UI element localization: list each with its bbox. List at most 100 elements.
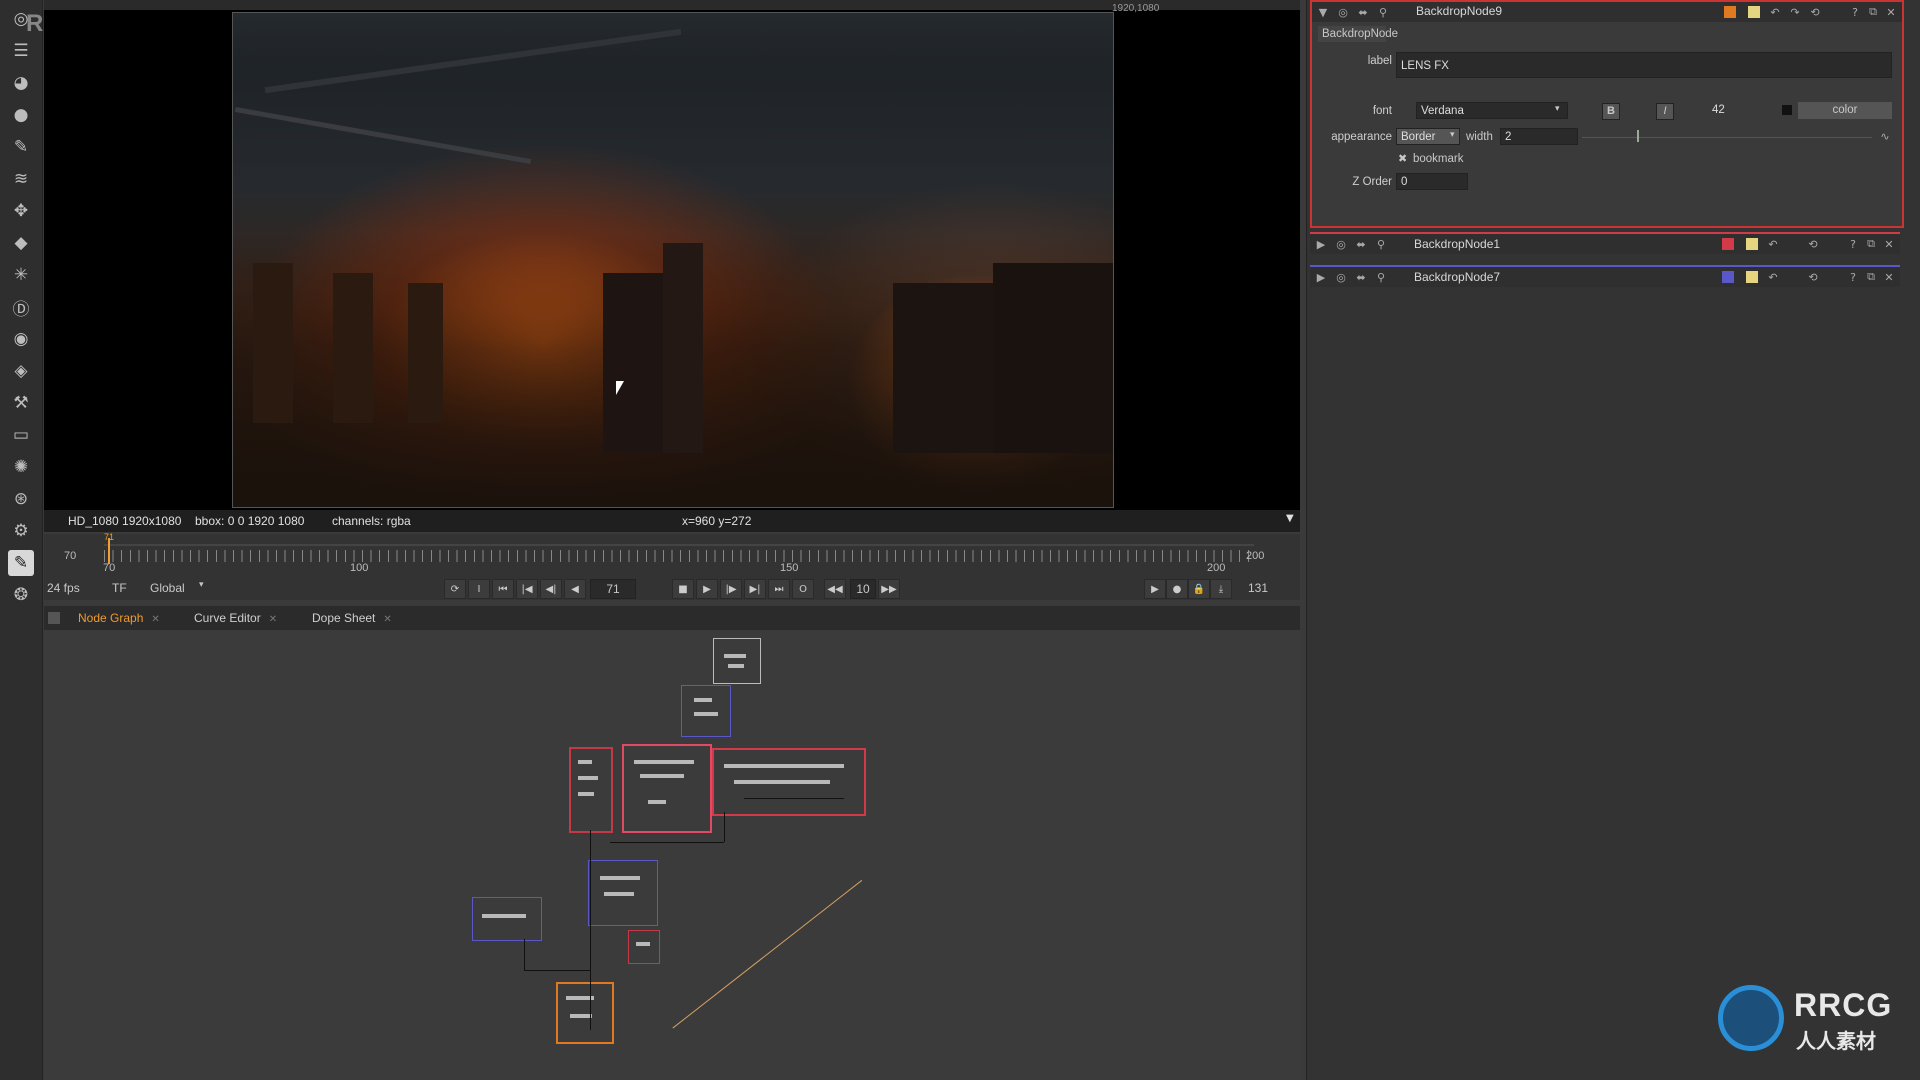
node-color-swatch[interactable] xyxy=(1722,271,1734,283)
3d-icon[interactable]: ◆ xyxy=(8,230,34,256)
particles-icon[interactable]: ✳ xyxy=(8,262,34,288)
deep-icon[interactable]: Ⓓ xyxy=(8,294,34,320)
node[interactable] xyxy=(600,876,640,880)
expand-icon[interactable]: ▶ xyxy=(1314,237,1328,251)
out-marker-icon[interactable]: O xyxy=(792,579,814,599)
node[interactable] xyxy=(636,942,650,946)
node[interactable] xyxy=(640,774,684,778)
revert-icon[interactable]: ⟲ xyxy=(1806,270,1820,284)
transform-icon[interactable]: ✥ xyxy=(8,198,34,224)
help-icon[interactable]: ? xyxy=(1848,5,1862,19)
chevron-down-icon[interactable]: ▾ xyxy=(1450,130,1455,140)
undo-icon[interactable]: ↶ xyxy=(1766,237,1780,251)
play-backward-icon[interactable]: ◀ xyxy=(564,579,586,599)
lock-icon[interactable]: 🔒 xyxy=(1188,579,1210,599)
close-icon[interactable]: ✕ xyxy=(151,614,159,625)
backdrop-node[interactable] xyxy=(713,638,761,684)
tab-dope-sheet[interactable]: Dope Sheet ✕ xyxy=(304,609,400,627)
node[interactable] xyxy=(694,712,718,716)
node[interactable] xyxy=(578,792,594,796)
filter-icon[interactable]: ▭ xyxy=(8,422,34,448)
fps-label[interactable]: 24 fps xyxy=(47,581,80,595)
expand-icon[interactable]: ▶ xyxy=(1314,270,1328,284)
pin-icon[interactable]: ⚲ xyxy=(1374,270,1388,284)
keyer-icon[interactable]: ◈ xyxy=(8,358,34,384)
node[interactable] xyxy=(724,764,844,768)
float-window-icon[interactable]: ⧉ xyxy=(1866,5,1880,19)
merge-icon[interactable]: ⚒ xyxy=(8,390,34,416)
chevron-down-icon[interactable]: ▼ xyxy=(1286,513,1294,524)
furnace-icon[interactable]: ✎ xyxy=(8,550,34,576)
color-button[interactable]: color xyxy=(1798,102,1892,119)
time-icon[interactable]: ● xyxy=(8,102,34,128)
color-icon[interactable]: ✺ xyxy=(8,454,34,480)
zorder-field[interactable]: 0 xyxy=(1396,173,1468,190)
close-icon[interactable]: ✕ xyxy=(1884,5,1898,19)
node[interactable] xyxy=(570,1014,592,1018)
node[interactable] xyxy=(724,654,746,658)
font-dropdown[interactable]: Verdana xyxy=(1416,102,1568,119)
first-frame-icon[interactable]: ⏮ xyxy=(492,579,514,599)
collapse-icon[interactable]: ▼ xyxy=(1316,5,1330,19)
next-keyframe-icon[interactable]: ▶| xyxy=(744,579,766,599)
node-title[interactable]: BackdropNode1 xyxy=(1414,237,1500,251)
viewer-image[interactable] xyxy=(232,12,1114,508)
loop-icon[interactable]: ⟳ xyxy=(444,579,466,599)
font-color-swatch[interactable] xyxy=(1782,105,1792,115)
node-graph[interactable] xyxy=(44,630,1300,1080)
node[interactable] xyxy=(734,780,830,784)
node-class-tab[interactable]: BackdropNode xyxy=(1318,26,1398,42)
node[interactable] xyxy=(634,760,694,764)
render-icon[interactable]: ⤓ xyxy=(1210,579,1232,599)
italic-button[interactable]: I xyxy=(1656,103,1674,120)
width-field[interactable]: 2 xyxy=(1500,128,1578,145)
node[interactable] xyxy=(482,914,526,918)
backdrop-node[interactable] xyxy=(681,685,731,737)
metadata-icon[interactable]: ⊛ xyxy=(8,486,34,512)
undo-icon[interactable]: ↶ xyxy=(1768,5,1782,19)
last-frame-icon[interactable]: ⏭ xyxy=(768,579,790,599)
width-slider[interactable] xyxy=(1582,137,1872,138)
node[interactable] xyxy=(604,892,634,896)
backdrop-node[interactable] xyxy=(472,897,542,941)
backdrop-node[interactable] xyxy=(556,982,614,1044)
center-icon[interactable]: ◎ xyxy=(1334,237,1348,251)
revert-icon[interactable]: ⟲ xyxy=(1808,5,1822,19)
tab-curve-editor[interactable]: Curve Editor ✕ xyxy=(186,609,285,627)
layers-icon[interactable]: ≋ xyxy=(8,166,34,192)
backdrop-node[interactable] xyxy=(622,744,712,833)
font-size-field[interactable]: 42 xyxy=(1708,102,1768,119)
float-window-icon[interactable]: ⧉ xyxy=(1864,237,1878,251)
draw-icon[interactable]: ◕ xyxy=(8,70,34,96)
node-color-swatch[interactable] xyxy=(1722,238,1734,250)
node-title[interactable]: BackdropNode7 xyxy=(1414,270,1500,284)
node-color-swatch[interactable] xyxy=(1724,6,1736,18)
prev-keyframe-icon[interactable]: |◀ xyxy=(516,579,538,599)
center-icon[interactable]: ◎ xyxy=(1336,5,1350,19)
node[interactable] xyxy=(648,800,666,804)
prev-frame-icon[interactable]: ◀| xyxy=(540,579,562,599)
undo-icon[interactable]: ↶ xyxy=(1766,270,1780,284)
in-marker-icon[interactable]: I xyxy=(468,579,490,599)
tile-color-swatch[interactable] xyxy=(1746,238,1758,250)
close-icon[interactable]: ✕ xyxy=(383,614,391,625)
pin-icon[interactable]: ⚲ xyxy=(1374,237,1388,251)
tf-dropdown[interactable]: TF xyxy=(112,581,127,595)
timeline-ruler[interactable] xyxy=(104,550,1254,562)
increment-field[interactable]: 10 xyxy=(850,579,876,599)
next-frame-icon[interactable]: |▶ xyxy=(720,579,742,599)
node[interactable] xyxy=(728,664,744,668)
chevron-down-icon[interactable]: ▾ xyxy=(1555,104,1560,114)
skip-back-icon[interactable]: ◀◀ xyxy=(824,579,846,599)
flipbook-icon[interactable]: ▶ xyxy=(1144,579,1166,599)
panel-menu-icon[interactable] xyxy=(48,612,60,624)
in-point[interactable]: 70 xyxy=(64,550,76,562)
float-icon[interactable]: ⬌ xyxy=(1354,237,1368,251)
channel-icon[interactable]: ✎ xyxy=(8,134,34,160)
global-dropdown[interactable]: Global xyxy=(150,581,185,595)
stop-icon[interactable]: ■ xyxy=(672,579,694,599)
tile-color-swatch[interactable] xyxy=(1746,271,1758,283)
center-icon[interactable]: ◎ xyxy=(1334,270,1348,284)
close-icon[interactable]: ✕ xyxy=(1882,237,1896,251)
help-icon[interactable]: ? xyxy=(1846,270,1860,284)
